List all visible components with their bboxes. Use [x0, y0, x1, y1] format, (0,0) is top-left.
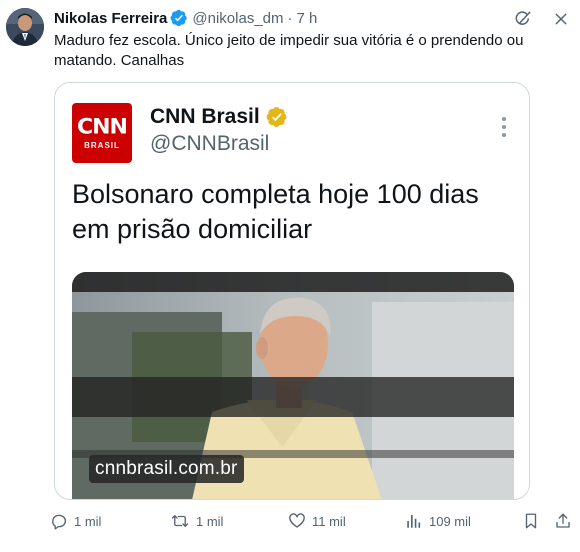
- quoted-author-name-row: CNN Brasil: [150, 105, 288, 129]
- cnn-logo-subtext: BRASIL: [84, 140, 120, 150]
- more-icon[interactable]: [501, 117, 507, 137]
- close-icon[interactable]: [550, 8, 572, 30]
- quoted-tweet-card[interactable]: CNN BRASIL CNN Brasil @CNNBrasil Bolsona…: [54, 82, 530, 500]
- author-name[interactable]: Nikolas Ferreira: [54, 10, 167, 27]
- header-actions: [512, 8, 572, 30]
- verified-badge-icon[interactable]: [170, 9, 188, 27]
- views-count: 109 mil: [429, 513, 471, 529]
- news-photo[interactable]: cnnbrasil.com.br: [72, 272, 514, 499]
- like-count: 11 mil: [312, 513, 346, 529]
- author-handle[interactable]: @nikolas_dm: [192, 10, 283, 27]
- meta-separator: ·: [287, 9, 293, 27]
- share-button[interactable]: [554, 512, 572, 530]
- views-button[interactable]: 109 mil: [405, 512, 471, 530]
- share-icon: [554, 512, 572, 530]
- bookmark-icon: [522, 512, 540, 530]
- cnn-brasil-logo[interactable]: CNN BRASIL: [72, 103, 132, 163]
- author-avatar[interactable]: [6, 8, 44, 46]
- quoted-author-name[interactable]: CNN Brasil: [150, 105, 260, 129]
- tweet-actions: 1 mil 1 mil 11 mil 109 mil: [50, 512, 580, 536]
- reply-button[interactable]: 1 mil: [50, 512, 101, 530]
- bookmark-button[interactable]: [522, 512, 540, 530]
- cnn-logo-text: CNN: [77, 115, 128, 139]
- reply-count: 1 mil: [74, 513, 102, 529]
- views-icon: [405, 512, 423, 530]
- tweet-header: Nikolas Ferreira @nikolas_dm · 7 h: [54, 8, 317, 28]
- gold-verified-badge-icon[interactable]: [266, 106, 288, 128]
- grok-icon[interactable]: [512, 8, 534, 30]
- quoted-headline: Bolsonaro completa hoje 100 dias em pris…: [72, 179, 479, 244]
- tweet-time[interactable]: 7 h: [297, 10, 318, 27]
- repost-button[interactable]: 1 mil: [170, 512, 223, 530]
- like-button[interactable]: 11 mil: [288, 512, 346, 530]
- like-icon: [288, 512, 306, 530]
- tweet-text: Maduro fez escola. Único jeito de impedi…: [54, 32, 524, 69]
- photo-watermark: cnnbrasil.com.br: [89, 455, 244, 483]
- repost-count: 1 mil: [196, 513, 224, 529]
- reply-icon: [50, 512, 68, 530]
- quoted-author-handle[interactable]: @CNNBrasil: [150, 132, 269, 156]
- repost-icon: [170, 512, 190, 530]
